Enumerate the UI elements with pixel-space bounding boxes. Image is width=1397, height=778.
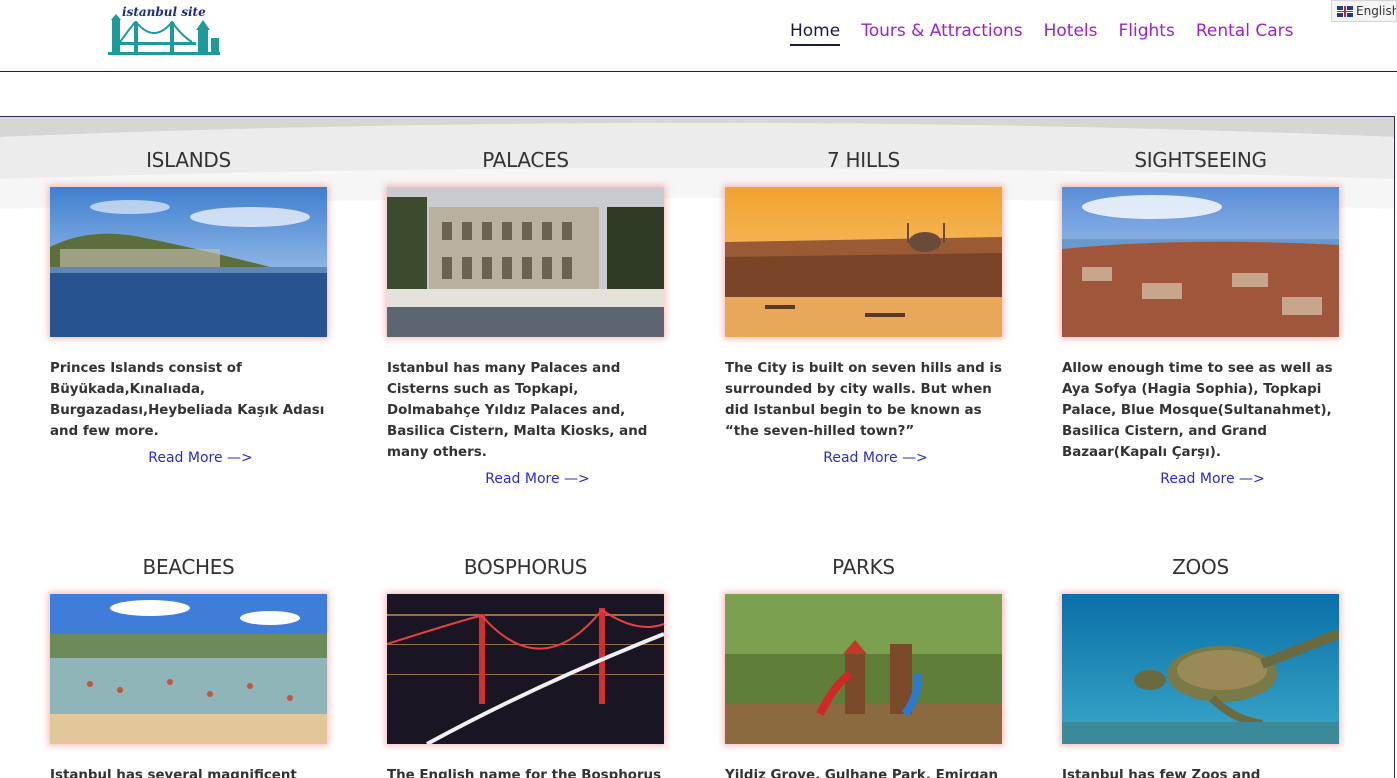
main-nav: Home Tours & Attractions Hotels Flights … — [790, 20, 1314, 46]
card-zoos: ZOOS Istanbul has few Zoos and Aquariums — [1062, 554, 1339, 778]
islands-photo[interactable] — [50, 187, 327, 337]
card-text: Princes Islands consist of Büyükada,Kına… — [50, 361, 325, 439]
hills-photo[interactable] — [725, 187, 1002, 337]
card-text: Istanbul has few Zoos and Aquariums — [1062, 768, 1261, 778]
card-title: SIGHTSEEING — [1134, 148, 1267, 172]
card-title: ZOOS — [1172, 555, 1229, 579]
card-parks: PARKS Yildiz Grove, Gulhane Park, Emirga… — [725, 554, 1002, 778]
nav-tours-attractions[interactable]: Tours & Attractions — [861, 20, 1022, 46]
card-text: Istanbul has many Palaces and Cisterns s… — [387, 361, 648, 460]
card-title: PALACES — [482, 148, 569, 172]
nav-hotels[interactable]: Hotels — [1044, 20, 1098, 46]
card-beaches: BEACHES Istanbul has several magnificent — [50, 554, 327, 778]
nav-home[interactable]: Home — [790, 20, 841, 46]
read-more-link[interactable]: Read More —> — [1062, 471, 1339, 487]
bridge-logo-icon — [108, 14, 220, 55]
uk-flag-icon — [1337, 5, 1353, 17]
content-panel: ISLANDS Princes Islands consist of Büyük… — [0, 116, 1395, 778]
language-label: English — [1356, 4, 1397, 18]
language-selector[interactable]: English — [1331, 0, 1397, 22]
read-more-link[interactable]: Read More —> — [387, 471, 664, 487]
card-title: 7 HILLS — [827, 148, 900, 172]
read-more-link[interactable]: Read More —> — [725, 450, 1002, 466]
card-bosphorus: BOSPHORUS The English name for the Bosph… — [387, 554, 664, 778]
card-title: BOSPHORUS — [463, 555, 588, 579]
card-title: PARKS — [832, 555, 895, 579]
card-text: Allow enough time to see as well as Aya … — [1062, 361, 1333, 460]
card-title: ISLANDS — [146, 148, 231, 172]
card-7-hills: 7 HILLS The City is built on seven hills… — [725, 147, 1002, 466]
card-text: The English name for the Bosphorus — [387, 768, 662, 778]
card-sightseeing: SIGHTSEEING Allow enough time to see as … — [1062, 147, 1339, 487]
card-islands: ISLANDS Princes Islands consist of Büyük… — [50, 147, 327, 466]
turtle-photo[interactable] — [1062, 594, 1339, 744]
bosphorus-photo[interactable] — [387, 594, 664, 744]
card-palaces: PALACES Istanbul has many Palaces and Ci… — [387, 147, 664, 487]
card-text: Istanbul has several magnificent — [50, 768, 297, 778]
site-logo[interactable]: istanbul site — [108, 4, 224, 56]
nav-flights[interactable]: Flights — [1119, 20, 1175, 46]
nav-rental-cars[interactable]: Rental Cars — [1196, 20, 1294, 46]
sightseeing-photo[interactable] — [1062, 187, 1339, 337]
beach-photo[interactable] — [50, 594, 327, 744]
card-text: Yildiz Grove, Gulhane Park, Emirgan — [725, 768, 999, 778]
park-photo[interactable] — [725, 594, 1002, 744]
card-title: BEACHES — [142, 555, 235, 579]
read-more-link[interactable]: Read More —> — [50, 450, 327, 466]
card-text: The City is built on seven hills and is … — [725, 361, 1002, 439]
site-header: istanbul site Home Tours & Attractions H… — [0, 0, 1397, 72]
palace-photo[interactable] — [387, 187, 664, 337]
